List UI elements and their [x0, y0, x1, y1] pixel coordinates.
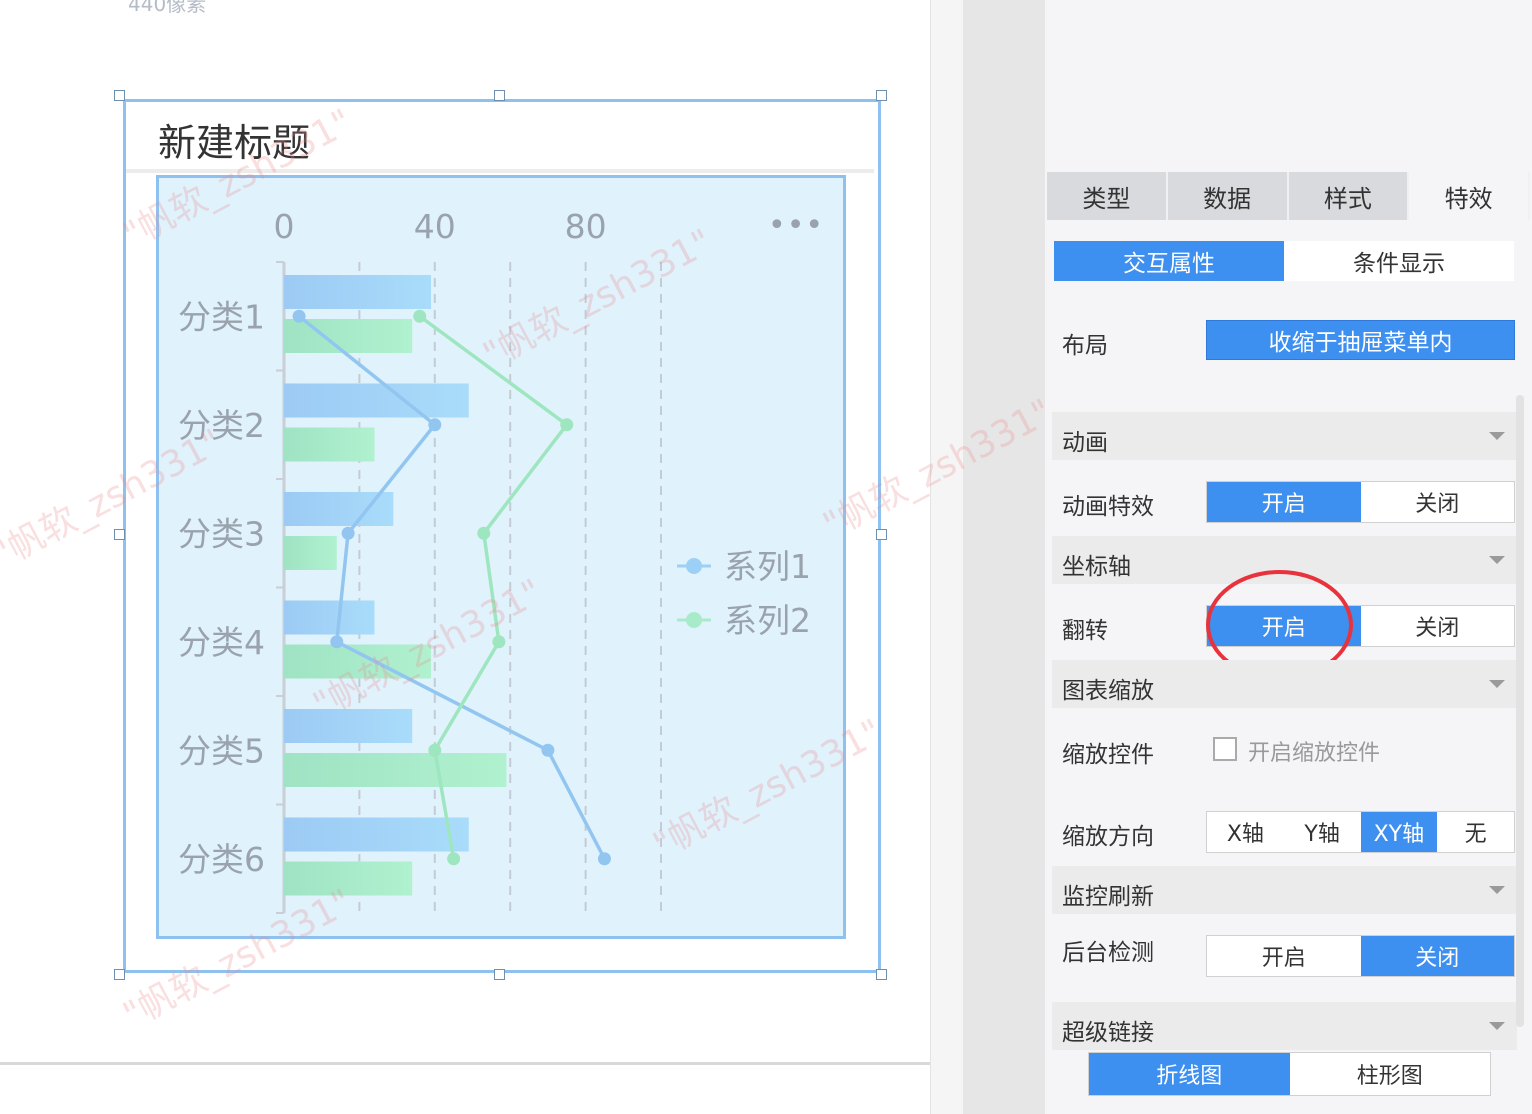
- layout-select[interactable]: 收缩于抽屉菜单内: [1206, 320, 1515, 360]
- subtab-interaction[interactable]: 交互属性: [1054, 241, 1284, 281]
- chevron-down-icon: [1489, 556, 1505, 564]
- line-point: [428, 418, 442, 432]
- layout-label: 布局: [1062, 333, 1108, 359]
- zoom-control-checkbox[interactable]: [1213, 737, 1237, 761]
- flip-off-option[interactable]: 关闭: [1360, 606, 1514, 646]
- background-check-off[interactable]: 关闭: [1360, 936, 1514, 976]
- background-check-label: 后台检测: [1062, 940, 1154, 966]
- bar-series1: [284, 275, 432, 309]
- legend-marker: [686, 612, 702, 628]
- section-monitor-title: 监控刷新: [1062, 884, 1154, 910]
- category-label: 分类6: [178, 840, 265, 879]
- bar-series2: [284, 644, 432, 679]
- line-point: [560, 418, 574, 432]
- x-tick-label: 0: [274, 207, 295, 246]
- chevron-down-icon: [1489, 886, 1505, 894]
- flip-label: 翻转: [1062, 618, 1108, 644]
- tab-effects[interactable]: 特效: [1409, 172, 1530, 220]
- zoom-direction-selector: X轴 Y轴 XY轴 无: [1206, 811, 1515, 853]
- line-point: [541, 743, 555, 757]
- bar-line-chart[interactable]: 0 40 80 分类1 分类2 分类3 分类4 分类5 分类6 系列1 系列2: [0, 0, 930, 1000]
- flip-on-option[interactable]: 开启: [1207, 606, 1361, 646]
- x-tick-label: 40: [414, 207, 456, 246]
- bar-series2: [284, 319, 413, 353]
- line-point: [477, 526, 491, 540]
- line-point: [597, 852, 611, 866]
- category-label: 分类1: [178, 297, 265, 336]
- effect-subtabs: 交互属性 条件显示: [1054, 241, 1514, 281]
- section-hyperlink-title: 超级链接: [1062, 1020, 1154, 1046]
- bar-series2: [284, 861, 413, 896]
- bar-series1: [284, 817, 469, 852]
- subtab-condition-display[interactable]: 条件显示: [1284, 241, 1514, 281]
- zoom-direction-label: 缩放方向: [1062, 824, 1154, 850]
- category-label: 分类3: [178, 514, 265, 553]
- line-point: [341, 526, 355, 540]
- section-axis-title: 坐标轴: [1062, 554, 1131, 580]
- panel-scrollbar[interactable]: [1516, 395, 1524, 1027]
- bar-series1: [284, 383, 469, 418]
- bar-series2: [284, 753, 507, 787]
- bar-series2: [284, 536, 337, 570]
- section-chart-zoom[interactable]: 图表缩放: [1052, 660, 1517, 708]
- legend-label: 系列1: [724, 547, 811, 586]
- hyperlink-chart-tabs: 折线图 柱形图: [1088, 1052, 1491, 1096]
- line-point: [447, 852, 461, 866]
- bar-series2: [284, 427, 375, 462]
- zoom-direction-xy[interactable]: XY轴: [1360, 812, 1438, 852]
- property-tabs: 类型 数据 样式 特效: [1047, 172, 1530, 220]
- section-monitor-refresh[interactable]: 监控刷新: [1052, 866, 1517, 914]
- hyperlink-tab-bar[interactable]: 柱形图: [1289, 1053, 1490, 1095]
- background-check-on[interactable]: 开启: [1207, 936, 1361, 976]
- line-point: [492, 635, 506, 649]
- bar-series1: [284, 709, 413, 743]
- line-point: [330, 635, 344, 649]
- zoom-direction-y[interactable]: Y轴: [1283, 812, 1361, 852]
- more-options-icon[interactable]: •••: [768, 208, 824, 243]
- hyperlink-tab-line[interactable]: 折线图: [1089, 1053, 1290, 1095]
- category-label: 分类5: [178, 731, 265, 770]
- zoom-control-label: 缩放控件: [1062, 742, 1154, 768]
- line-point: [413, 309, 427, 323]
- section-animation[interactable]: 动画: [1052, 412, 1517, 460]
- tab-data[interactable]: 数据: [1167, 172, 1289, 220]
- panel-divider: [930, 0, 964, 1114]
- x-tick-label: 80: [565, 207, 607, 246]
- section-axis[interactable]: 坐标轴: [1052, 536, 1517, 584]
- line-point: [428, 743, 442, 757]
- zoom-direction-none[interactable]: 无: [1437, 812, 1514, 852]
- section-animation-title: 动画: [1062, 430, 1108, 456]
- animation-effect-label: 动画特效: [1062, 494, 1154, 520]
- chevron-down-icon: [1489, 432, 1505, 440]
- chevron-down-icon: [1489, 1022, 1505, 1030]
- animation-on-option[interactable]: 开启: [1207, 482, 1361, 522]
- flip-toggle: 开启 关闭: [1206, 605, 1515, 647]
- animation-effect-toggle: 开启 关闭: [1206, 481, 1515, 523]
- tab-type[interactable]: 类型: [1047, 172, 1168, 220]
- animation-off-option[interactable]: 关闭: [1360, 482, 1514, 522]
- zoom-control-checkbox-label[interactable]: 开启缩放控件: [1248, 735, 1380, 767]
- chevron-down-icon: [1489, 680, 1505, 688]
- bar-series1: [284, 600, 375, 635]
- section-zoom-title: 图表缩放: [1062, 678, 1154, 704]
- line-point: [292, 309, 306, 323]
- canvas-boundary-line: [0, 1062, 930, 1065]
- legend-label: 系列2: [724, 601, 811, 640]
- tab-style[interactable]: 样式: [1288, 172, 1410, 220]
- zoom-direction-x[interactable]: X轴: [1207, 812, 1284, 852]
- category-label: 分类4: [178, 623, 265, 662]
- panel-gutter: [963, 0, 1045, 1114]
- category-label: 分类2: [178, 406, 265, 445]
- section-hyperlink[interactable]: 超级链接: [1052, 1002, 1517, 1050]
- legend-marker: [686, 558, 702, 574]
- background-check-toggle: 开启 关闭: [1206, 935, 1515, 977]
